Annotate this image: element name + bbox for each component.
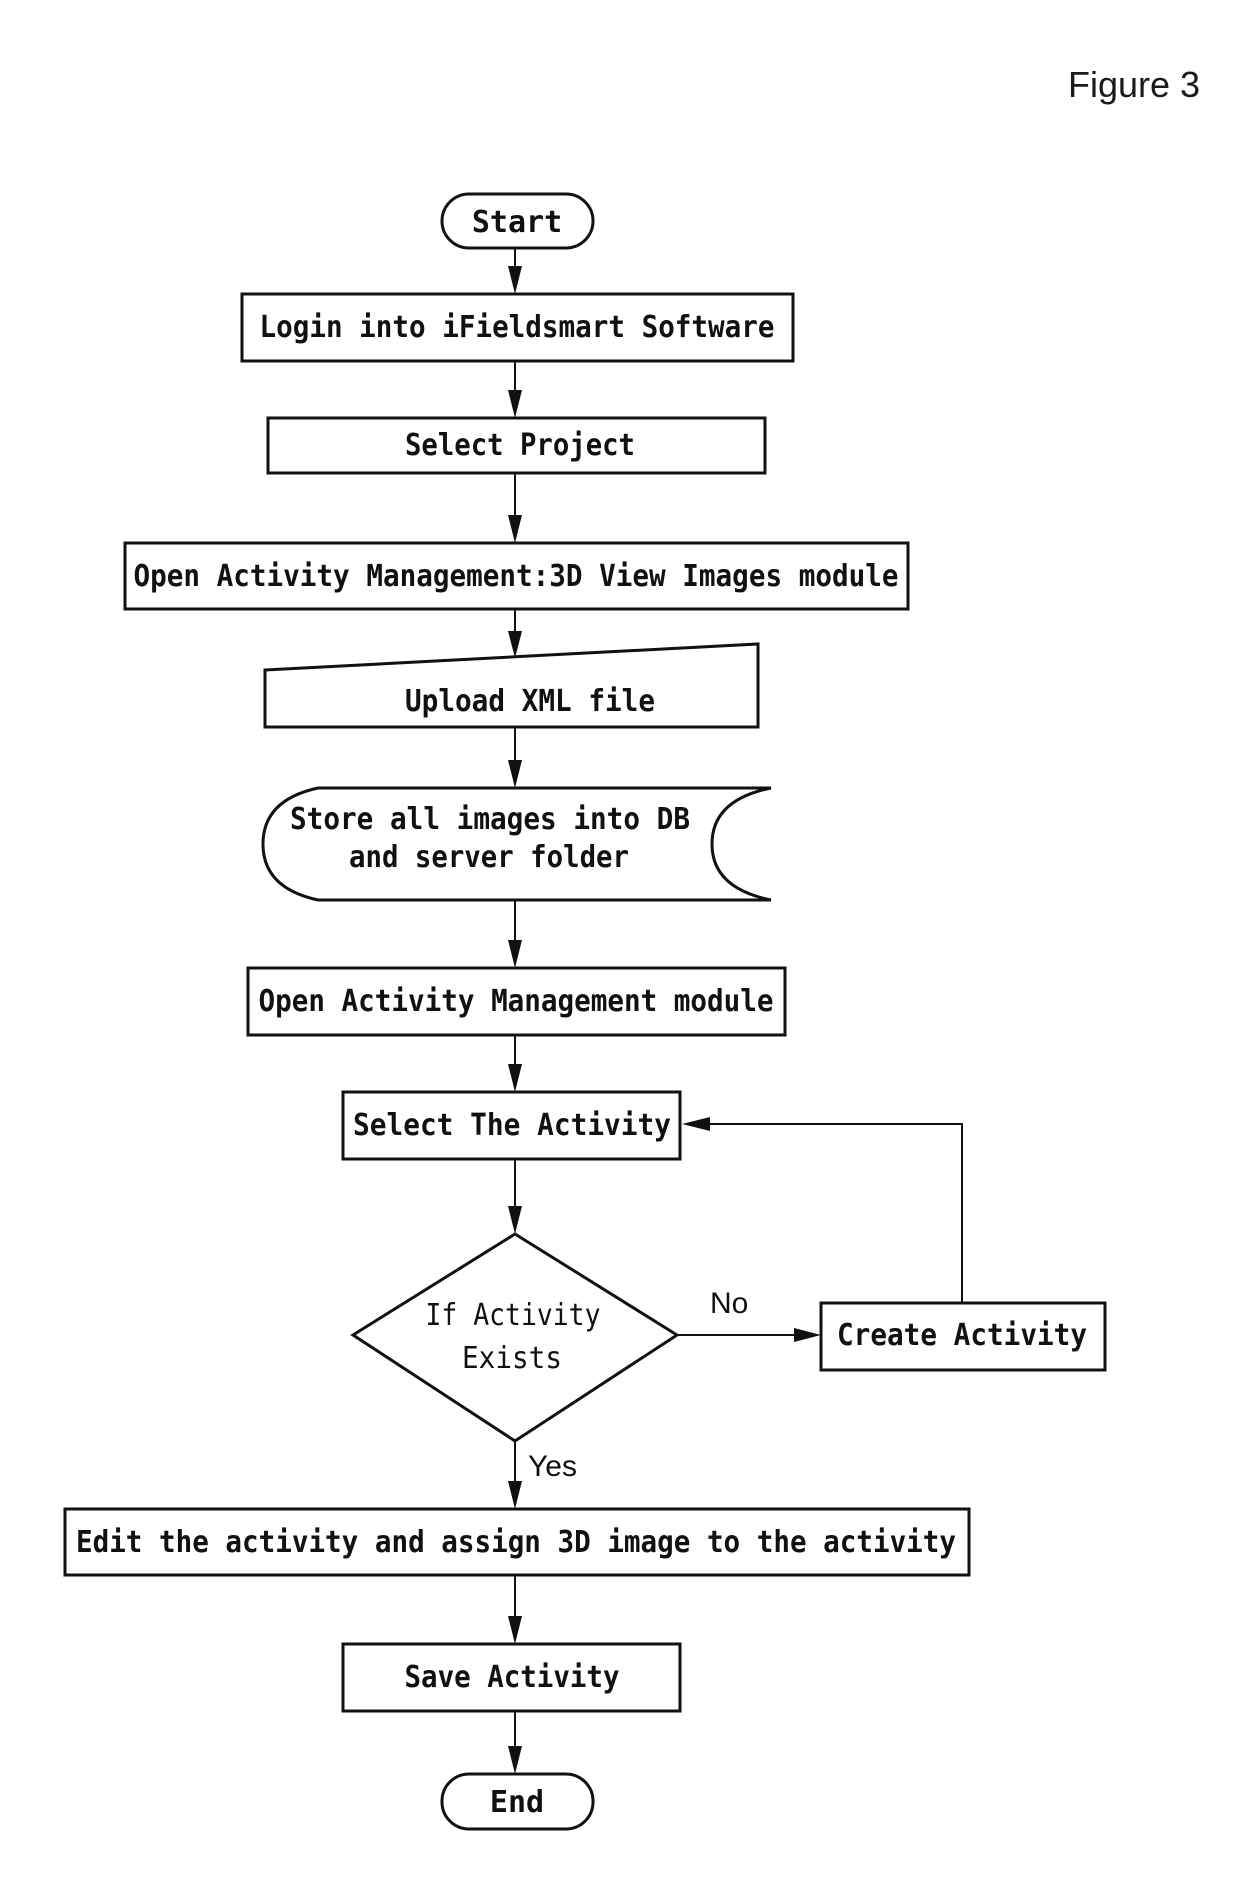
edge-login-select-project — [508, 361, 522, 418]
node-select-activity-label: Select The Activity — [353, 1108, 671, 1143]
node-save-activity[interactable]: Save Activity — [341, 1642, 682, 1713]
edge-edit-save — [508, 1575, 522, 1644]
edge-label-yes: Yes — [528, 1450, 577, 1483]
node-edit-activity-label: Edit the activity and assign 3D image to… — [76, 1525, 956, 1560]
node-select-project-label: Select Project — [405, 428, 635, 463]
node-login-label: Login into iFieldsmart Software — [260, 310, 775, 345]
node-save-activity-label: Save Activity — [405, 1660, 620, 1695]
edge-store-open-am — [508, 900, 522, 968]
edge-open-3d-upload — [508, 609, 522, 658]
node-open-3d-module[interactable]: Open Activity Management:3D View Images … — [123, 541, 910, 611]
node-select-activity[interactable]: Select The Activity — [341, 1090, 682, 1161]
edge-decision-edit-yes — [508, 1441, 522, 1509]
node-store-images-label-line2: and server folder — [349, 840, 629, 875]
node-login[interactable]: Login into iFieldsmart Software — [240, 292, 795, 363]
node-create-activity-label: Create Activity — [837, 1318, 1087, 1353]
node-end-label: End — [490, 1785, 544, 1820]
edge-create-loop-back — [682, 1117, 963, 1303]
node-open-am-module[interactable]: Open Activity Management module — [246, 966, 787, 1037]
node-edit-activity[interactable]: Edit the activity and assign 3D image to… — [63, 1507, 971, 1577]
node-start[interactable]: Start — [440, 192, 595, 250]
edge-select-project-open-3d — [508, 473, 522, 543]
edge-open-am-select-activity — [508, 1035, 522, 1092]
node-open-am-module-label: Open Activity Management module — [259, 984, 774, 1019]
node-upload-xml-label: Upload XML file — [405, 684, 655, 719]
node-store-images-label-line1: Store all images into DB — [290, 802, 690, 837]
edge-label-no: No — [710, 1287, 748, 1320]
edge-start-login — [508, 248, 522, 294]
node-upload-xml[interactable]: Upload XML file — [263, 642, 760, 729]
node-start-label: Start — [472, 205, 562, 240]
node-end[interactable]: End — [440, 1772, 595, 1831]
edge-decision-create-no — [677, 1328, 821, 1342]
node-create-activity[interactable]: Create Activity — [819, 1301, 1107, 1372]
node-select-project[interactable]: Select Project — [266, 416, 767, 475]
decision-shape — [350, 1232, 680, 1443]
node-store-images[interactable]: Store all images into DB and server fold… — [261, 786, 772, 902]
edge-save-end — [508, 1711, 522, 1774]
edge-upload-store — [508, 727, 522, 788]
node-decision-label-line2: Exists — [462, 1341, 562, 1376]
edge-select-activity-decision — [508, 1159, 522, 1234]
node-decision-label-line1: If Activity — [426, 1298, 601, 1333]
node-open-3d-module-label: Open Activity Management:3D View Images … — [134, 559, 899, 594]
flowchart: No Yes Start Login into iFieldsmart Soft… — [63, 192, 1107, 1831]
node-decision[interactable]: If Activity Exists — [350, 1232, 680, 1443]
